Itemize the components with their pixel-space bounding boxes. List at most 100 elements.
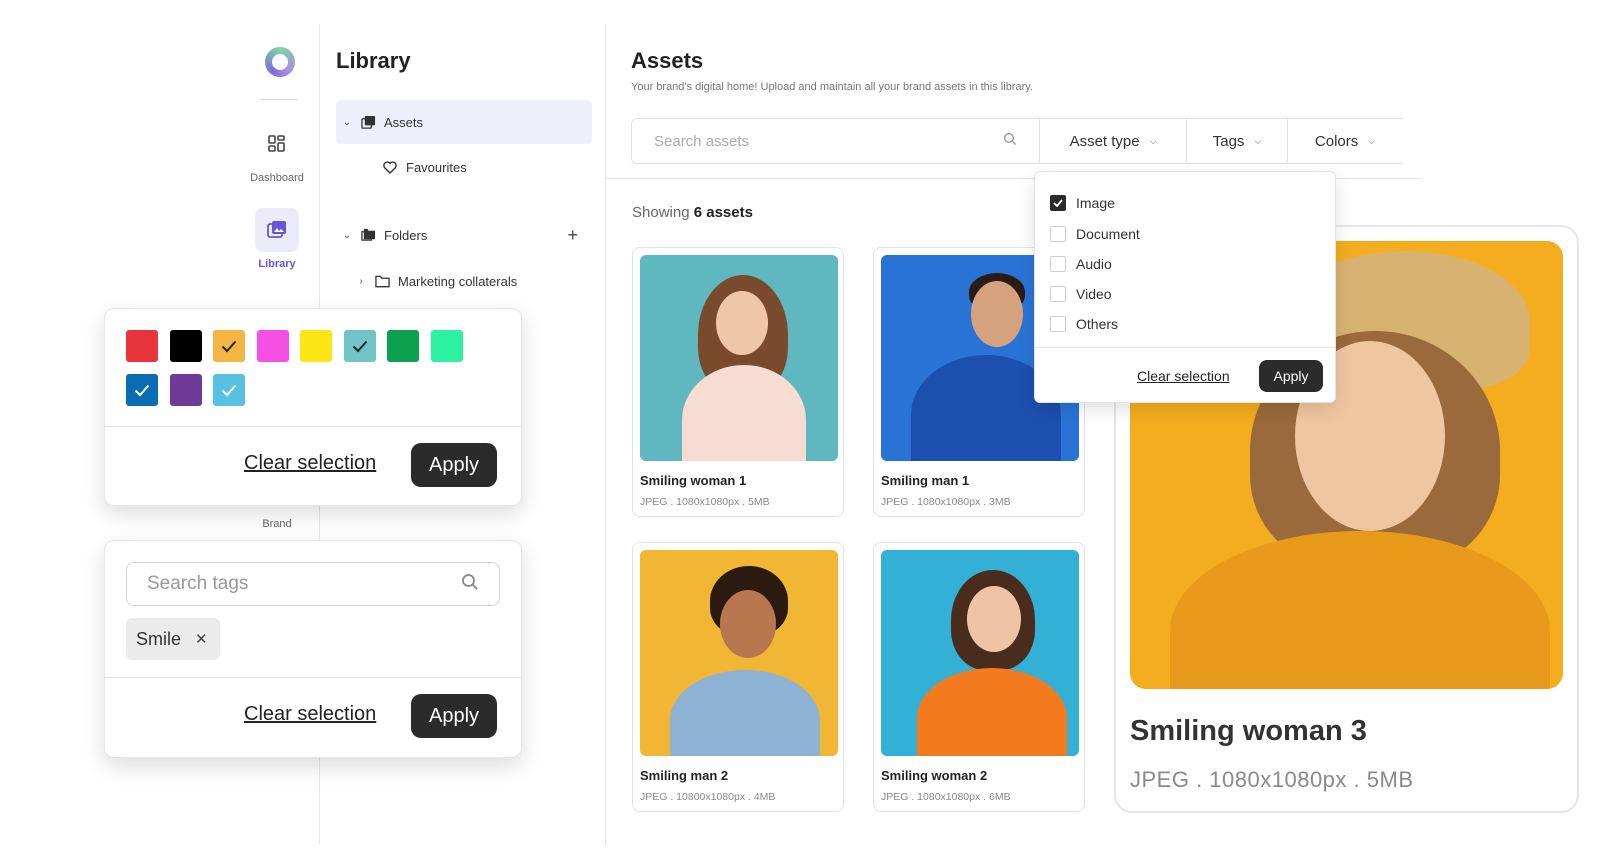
asset-type-option-document[interactable]: Document bbox=[1050, 223, 1140, 245]
color-swatch[interactable] bbox=[126, 374, 158, 406]
color-swatch[interactable] bbox=[169, 374, 202, 406]
dropdown-divider bbox=[1035, 347, 1335, 348]
panel-divider bbox=[105, 426, 521, 427]
asset-thumbnail bbox=[881, 550, 1079, 756]
asset-name: Smiling woman 2 bbox=[881, 768, 988, 783]
rail-item-dashboard[interactable]: Dashboard bbox=[232, 122, 322, 184]
asset-meta: JPEG . 1080x1080px . 6MB bbox=[881, 791, 1011, 803]
asset-type-option-others[interactable]: Others bbox=[1050, 313, 1118, 335]
asset-type-dropdown: Image Document Audio Video Others Clear … bbox=[1034, 171, 1336, 403]
chevron-down-icon[interactable]: ⌄ bbox=[336, 230, 358, 241]
clear-selection-link[interactable]: Clear selection bbox=[244, 452, 376, 475]
tags-filter-panel: Smile ✕ Clear selection Apply bbox=[104, 540, 522, 758]
tree-item-label: Marketing collaterals bbox=[398, 273, 518, 289]
color-swatch[interactable] bbox=[256, 330, 289, 362]
chevron-right-icon[interactable]: › bbox=[350, 276, 372, 287]
chevron-down-icon[interactable]: ⌄ bbox=[336, 117, 358, 128]
checkbox-icon[interactable] bbox=[1050, 256, 1066, 272]
app-logo[interactable] bbox=[265, 47, 295, 77]
add-folder-button[interactable]: + bbox=[567, 225, 578, 246]
chevron-down-icon: ⌵ bbox=[1254, 135, 1262, 146]
panel-divider bbox=[105, 677, 521, 678]
search-tags-box[interactable] bbox=[126, 562, 500, 606]
tree-item-marketing-collaterals[interactable]: › Marketing collaterals bbox=[350, 259, 606, 303]
clear-selection-link[interactable]: Clear selection bbox=[1137, 368, 1230, 384]
filter-label: Colors bbox=[1314, 132, 1359, 150]
color-swatch[interactable] bbox=[300, 330, 332, 362]
grid-icon bbox=[255, 122, 299, 166]
apply-button[interactable]: Apply bbox=[411, 443, 497, 487]
filter-bar: Asset type ⌵ Tags ⌵ Colors ⌵ bbox=[631, 118, 1403, 164]
apply-button[interactable]: Apply bbox=[411, 694, 497, 738]
color-swatch[interactable] bbox=[430, 330, 463, 362]
library-divider bbox=[605, 24, 606, 844]
asset-card[interactable]: Smiling woman 1 JPEG . 1080x1080px . 5MB bbox=[632, 247, 844, 517]
colors-filter[interactable]: Colors ⌵ bbox=[1288, 119, 1402, 163]
checkbox-checked-icon[interactable] bbox=[1050, 195, 1066, 211]
search-tags-input[interactable] bbox=[147, 573, 461, 595]
chevron-down-icon: ⌵ bbox=[1149, 135, 1157, 146]
checkbox-icon[interactable] bbox=[1050, 286, 1066, 302]
color-swatch[interactable] bbox=[213, 374, 245, 406]
colors-filter-panel: Clear selection Apply bbox=[104, 308, 522, 506]
asset-meta: JPEG . 1080x1080px . 5MB bbox=[640, 496, 770, 508]
asset-meta: JPEG . 10800x1080px . 4MB bbox=[640, 791, 776, 803]
library-title: Library bbox=[336, 48, 411, 73]
preview-asset-meta: JPEG . 1080x1080px . 5MB bbox=[1130, 767, 1414, 792]
checkbox-icon[interactable] bbox=[1050, 316, 1066, 332]
search-icon[interactable] bbox=[1003, 132, 1017, 151]
check-icon bbox=[221, 384, 237, 396]
asset-count: 6 assets bbox=[693, 204, 753, 221]
asset-name: Smiling woman 1 bbox=[640, 473, 747, 488]
color-swatch[interactable] bbox=[213, 330, 245, 362]
search-assets-box[interactable] bbox=[632, 119, 1040, 163]
check-icon bbox=[352, 340, 367, 352]
tree-item-assets[interactable]: ⌄ Assets bbox=[336, 100, 592, 144]
color-swatch[interactable] bbox=[169, 330, 202, 362]
asset-type-option-image[interactable]: Image bbox=[1050, 192, 1115, 214]
option-label: Image bbox=[1076, 195, 1115, 211]
tag-label: Smile bbox=[136, 628, 182, 649]
rail-item-label: Library bbox=[258, 258, 296, 270]
rail-item-brand[interactable]: Brand bbox=[232, 518, 322, 530]
remove-tag-icon[interactable]: ✕ bbox=[195, 630, 208, 648]
apply-button[interactable]: Apply bbox=[1259, 360, 1323, 392]
tree-item-folders[interactable]: ⌄ Folders + bbox=[336, 213, 592, 257]
tags-filter[interactable]: Tags ⌵ bbox=[1187, 119, 1288, 163]
rail-item-label: Dashboard bbox=[250, 172, 304, 184]
tree-item-label: Assets bbox=[384, 114, 424, 130]
rail-item-library[interactable]: Library bbox=[232, 208, 322, 270]
option-label: Audio bbox=[1076, 256, 1112, 272]
search-icon[interactable] bbox=[461, 573, 479, 596]
image-stack-icon bbox=[358, 115, 378, 130]
rail-item-label: Brand bbox=[262, 518, 292, 530]
asset-type-option-audio[interactable]: Audio bbox=[1050, 253, 1112, 275]
check-icon bbox=[134, 384, 150, 396]
asset-name: Smiling man 1 bbox=[881, 473, 970, 488]
color-swatch[interactable] bbox=[343, 330, 376, 362]
checkbox-icon[interactable] bbox=[1050, 226, 1066, 242]
asset-meta: JPEG . 1080x1080px . 3MB bbox=[881, 496, 1011, 508]
tree-item-label: Favourites bbox=[406, 159, 467, 175]
heart-icon bbox=[380, 160, 400, 174]
preview-asset-name: Smiling woman 3 bbox=[1130, 715, 1367, 747]
asset-type-filter[interactable]: Asset type ⌵ bbox=[1040, 119, 1187, 163]
color-swatch[interactable] bbox=[387, 330, 419, 362]
chevron-down-icon: ⌵ bbox=[1368, 135, 1376, 146]
asset-card[interactable]: Smiling woman 2 JPEG . 1080x1080px . 6MB bbox=[873, 542, 1085, 812]
asset-type-option-video[interactable]: Video bbox=[1050, 283, 1112, 305]
tree-item-favourites[interactable]: Favourites bbox=[336, 145, 592, 189]
option-label: Video bbox=[1076, 286, 1112, 302]
page-title: Assets bbox=[631, 48, 704, 73]
asset-thumbnail bbox=[640, 550, 838, 756]
option-label: Others bbox=[1076, 316, 1119, 332]
rail-separator bbox=[260, 99, 298, 100]
page-subtitle: Your brand's digital home! Upload and ma… bbox=[631, 81, 1033, 93]
asset-thumbnail bbox=[640, 255, 838, 461]
option-label: Document bbox=[1076, 226, 1140, 242]
color-swatch[interactable] bbox=[126, 330, 158, 362]
search-assets-input[interactable] bbox=[654, 132, 1003, 150]
clear-selection-link[interactable]: Clear selection bbox=[244, 703, 376, 726]
showing-count: Showing 6 assets bbox=[632, 204, 753, 221]
asset-card[interactable]: Smiling man 2 JPEG . 10800x1080px . 4MB bbox=[632, 542, 844, 812]
